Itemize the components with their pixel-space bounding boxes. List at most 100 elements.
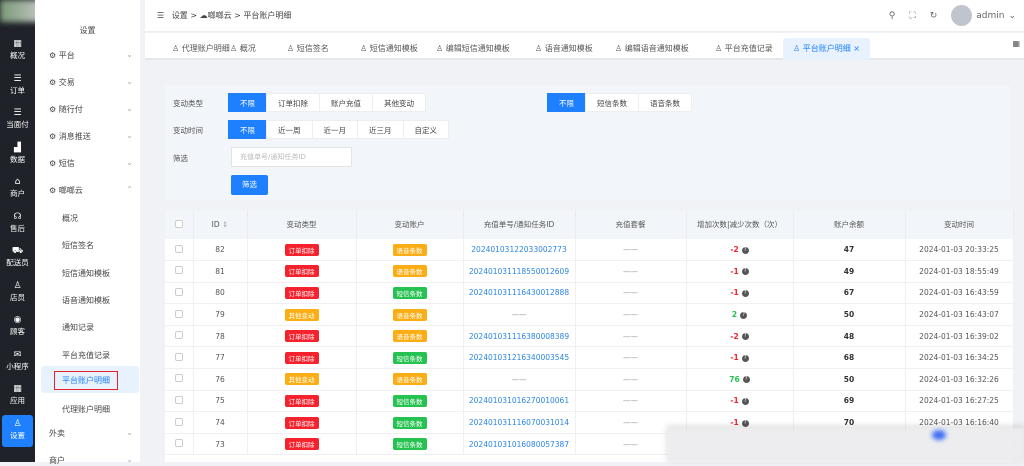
rail-item-8[interactable]: ◉ 顾客 bbox=[2, 311, 33, 343]
row-checkbox[interactable] bbox=[165, 368, 194, 391]
help-icon[interactable]: ? bbox=[741, 246, 749, 254]
rail-item-6[interactable]: ⛟ 配送员 bbox=[2, 242, 33, 274]
row-checkbox[interactable] bbox=[165, 390, 194, 413]
acct-option[interactable]: 语音条数 bbox=[638, 93, 692, 112]
tab-4[interactable]: ♙ 编辑短信通知模板 bbox=[426, 38, 520, 60]
time-cell: 2024-01-03 16:43:59 bbox=[905, 282, 1014, 305]
row-checkbox[interactable] bbox=[165, 239, 194, 262]
sidebar-sub-1[interactable]: 短信签名 bbox=[62, 240, 94, 251]
breadcrumb-item[interactable]: 啷啷云 bbox=[208, 11, 232, 20]
package-value: —— bbox=[623, 439, 638, 449]
rail-item-10[interactable]: ▦ 应用 bbox=[2, 380, 33, 412]
sidebar-menu-2[interactable]: ⚙ 随行付 ⌄ bbox=[49, 104, 133, 115]
rail-item-9[interactable]: ✉ 小程序 bbox=[2, 346, 33, 378]
filter-button[interactable]: 筛选 bbox=[231, 175, 268, 195]
time-option[interactable]: 近一月 bbox=[311, 120, 358, 139]
chevron-down-icon: ⌄ bbox=[126, 428, 133, 437]
sidebar-menu-3[interactable]: ⚙ 消息推送 ⌄ bbox=[49, 131, 133, 142]
row-checkbox[interactable] bbox=[165, 260, 194, 283]
acct-tag: 语音条数 bbox=[392, 265, 427, 278]
tab-3[interactable]: ♙ 短信通知模板 bbox=[350, 38, 428, 60]
rail-item-2[interactable]: ☰ 当面付 bbox=[2, 104, 33, 136]
order-no-link[interactable]: 20240103111643001288​8 bbox=[469, 288, 569, 297]
sidebar-menu-0[interactable]: ⚙ 平台 ⌄ bbox=[49, 50, 133, 61]
fullscreen-icon[interactable]: ⛶ bbox=[909, 11, 915, 21]
order-no-link[interactable]: 20240103101627001006​1 bbox=[469, 396, 569, 405]
help-icon[interactable]: ? bbox=[741, 419, 749, 427]
order-no-link[interactable]: 20240103111607003101​4 bbox=[469, 418, 569, 427]
table-row: 76 其他变动 语音条数 —— —— 76? 50 2024-01-03 16:32:26 bbox=[165, 368, 1014, 391]
sidebar-sub-3[interactable]: 语音通知模板 bbox=[62, 295, 110, 306]
rail-item-4[interactable]: ⌂ 商户 bbox=[2, 173, 33, 205]
time-cell: 2024-01-03 16:27:25 bbox=[905, 390, 1014, 413]
time-option[interactable]: 自定义 bbox=[402, 120, 449, 139]
acct-cell: 短信条数 bbox=[356, 411, 464, 434]
sidebar-sub-2[interactable]: 短信通知模板 bbox=[62, 268, 110, 279]
row-checkbox[interactable] bbox=[165, 282, 194, 305]
sidebar-menu-4[interactable]: ⚙ 短信 ⌄ bbox=[49, 158, 133, 169]
order-no-link[interactable]: 20240103111638000838​9 bbox=[469, 332, 569, 341]
order-no-link[interactable]: 20240103121634000354​5 bbox=[469, 353, 569, 362]
help-icon[interactable]: ? bbox=[742, 376, 750, 384]
type-option[interactable]: 其他变动 bbox=[372, 93, 426, 112]
balance-cell: 49 bbox=[793, 260, 906, 283]
sidebar-sub-0[interactable]: 概况 bbox=[62, 213, 78, 224]
sidebar-sub-7[interactable]: 代理账户明细 bbox=[62, 404, 110, 415]
row-checkbox[interactable] bbox=[165, 346, 194, 370]
rail-item-7[interactable]: ♙ 店员 bbox=[2, 277, 33, 309]
tab-label: 短信通知模板 bbox=[369, 44, 418, 53]
refresh-icon[interactable]: ↻ bbox=[930, 11, 938, 21]
tab-7[interactable]: ♙ 平台充值记录 bbox=[705, 38, 783, 60]
help-icon[interactable]: ? bbox=[741, 354, 749, 362]
close-icon[interactable]: × bbox=[851, 44, 860, 53]
tab-5[interactable]: ♙ 语音通知模板 bbox=[525, 38, 603, 60]
help-icon[interactable]: ? bbox=[741, 397, 749, 405]
row-checkbox[interactable] bbox=[165, 325, 194, 348]
help-icon[interactable]: ? bbox=[741, 333, 749, 341]
tab-2[interactable]: ♙ 短信签名 bbox=[277, 38, 339, 60]
sidebar-menu-1[interactable]: ⚙ 交易 ⌄ bbox=[49, 77, 133, 88]
time-option[interactable]: 近三月 bbox=[357, 120, 404, 139]
select-all[interactable] bbox=[165, 210, 194, 239]
menu-fold-icon[interactable]: ☰ bbox=[157, 11, 164, 20]
acct-option[interactable]: 短信条数 bbox=[585, 93, 639, 112]
order-no-cell: 20240103101608005738​7 bbox=[463, 433, 576, 456]
tab-6[interactable]: ♙ 编辑语音通知模板 bbox=[605, 38, 699, 60]
tabs-menu-icon[interactable]: ▦ bbox=[1012, 39, 1020, 48]
rail-item-11[interactable]: ♙ 设置 bbox=[2, 414, 33, 447]
breadcrumb-item[interactable]: 设置 bbox=[172, 11, 188, 20]
type-option[interactable]: 不限 bbox=[228, 93, 267, 112]
help-icon[interactable]: ? bbox=[740, 311, 748, 319]
sort-icon[interactable]: ⇕ bbox=[220, 220, 228, 229]
sidebar-sub-5[interactable]: 平台充值记录 bbox=[62, 350, 110, 361]
type-option[interactable]: 订单扣除 bbox=[266, 93, 320, 112]
type-cell: 订单扣除 bbox=[247, 411, 357, 434]
search-icon[interactable]: ⚲ bbox=[889, 11, 896, 21]
help-icon[interactable]: ? bbox=[741, 268, 749, 276]
time-option[interactable]: 近一周 bbox=[266, 120, 313, 139]
search-input[interactable]: 充值单号/通知任务ID bbox=[231, 147, 352, 167]
sidebar-menu-5[interactable]: ⚙ 啷啷云 ⌃ bbox=[49, 185, 133, 196]
sidebar-menu-after-0[interactable]: 外卖 ⌄ bbox=[49, 428, 133, 439]
user-icon: ♙ bbox=[13, 418, 22, 429]
row-checkbox[interactable] bbox=[165, 303, 194, 326]
row-checkbox[interactable] bbox=[165, 411, 194, 434]
user-menu[interactable]: admin ⌄ bbox=[951, 5, 1016, 26]
row-checkbox[interactable] bbox=[165, 433, 194, 456]
sidebar-sub-active[interactable]: 平台账户明细 bbox=[41, 366, 139, 393]
rail-item-5[interactable]: ☊ 售后 bbox=[2, 208, 33, 240]
rail-item-1[interactable]: ☰ 订单 bbox=[2, 70, 33, 102]
tab-1[interactable]: ♙ 概况 bbox=[220, 38, 266, 60]
tab-8[interactable]: ♙ 平台账户明细 × bbox=[783, 38, 870, 60]
acct-option[interactable]: 不限 bbox=[547, 93, 586, 112]
order-no-link[interactable]: 20240103101608005738​7 bbox=[469, 440, 569, 449]
sidebar-sub-4[interactable]: 通知记录 bbox=[62, 322, 94, 333]
rail-item-3[interactable]: ▟ 数据 bbox=[2, 139, 33, 171]
time-option[interactable]: 不限 bbox=[228, 120, 267, 139]
type-option[interactable]: 账户充值 bbox=[319, 93, 373, 112]
order-no-link[interactable]: 20240103122033002773 bbox=[471, 245, 566, 254]
sidebar-menu-after-1[interactable]: 商户 ⌄ bbox=[49, 455, 133, 466]
rail-item-0[interactable]: ▦ 概况 bbox=[2, 35, 33, 67]
help-icon[interactable]: ? bbox=[741, 289, 749, 297]
order-no-link[interactable]: 20240103111855001260​9 bbox=[469, 267, 569, 276]
